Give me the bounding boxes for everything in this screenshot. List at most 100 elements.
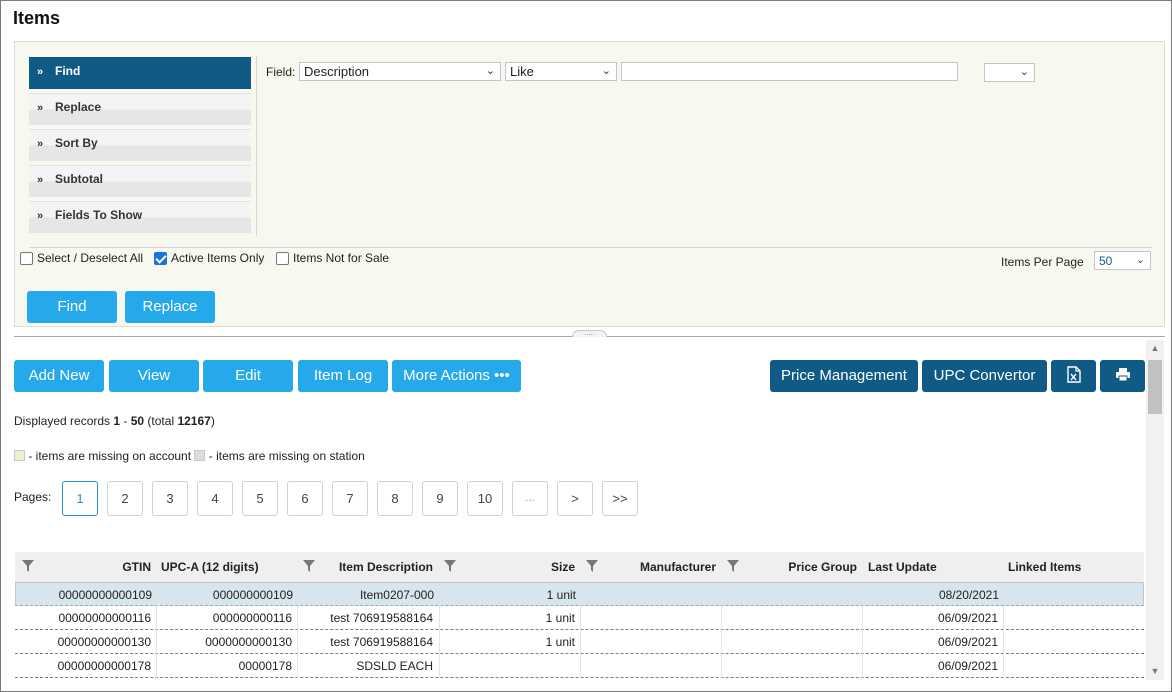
records-total-suffix: ) bbox=[210, 414, 215, 428]
cell-linked-items bbox=[1003, 630, 1139, 654]
page-button-9[interactable]: 9 bbox=[422, 481, 458, 516]
cell-description: test 706919588164 bbox=[330, 635, 433, 649]
price-management-button[interactable]: Price Management bbox=[770, 360, 918, 392]
page-button-3[interactable]: 3 bbox=[152, 481, 188, 516]
cell-size: 1 unit bbox=[545, 611, 575, 625]
menu-item-label: Subtotal bbox=[55, 172, 103, 186]
last-page-button[interactable]: >> bbox=[602, 481, 638, 516]
menu-item-fields-to-show[interactable]: » Fields To Show bbox=[29, 201, 251, 233]
splitter-grip-handle[interactable]: ..... bbox=[572, 330, 607, 337]
missing-items-legend: - items are missing on account - items a… bbox=[14, 449, 365, 463]
scroll-thumb[interactable] bbox=[1148, 360, 1162, 414]
export-excel-button[interactable] bbox=[1051, 360, 1096, 392]
operator-select[interactable]: Like ⌄ bbox=[505, 62, 617, 81]
cell-upca: 0000000000130 bbox=[205, 635, 292, 649]
scroll-down-arrow-icon[interactable]: ▼ bbox=[1146, 663, 1164, 680]
table-row[interactable]: 00000000000130 0000000000130 test 706919… bbox=[15, 630, 1144, 654]
cell-last-update: 06/09/2021 bbox=[937, 635, 998, 649]
filter-icon[interactable] bbox=[727, 560, 739, 572]
records-total: 12167 bbox=[177, 414, 211, 428]
header-last-update[interactable]: Last Update bbox=[868, 552, 937, 582]
view-button[interactable]: View bbox=[109, 360, 199, 392]
cell-gtin: 00000000000178 bbox=[57, 659, 151, 673]
filter-icon[interactable] bbox=[586, 560, 598, 572]
table-row[interactable]: 00000000000116 000000000116 test 7069195… bbox=[15, 606, 1144, 630]
filter-icon[interactable] bbox=[444, 560, 456, 572]
station-missing-swatch bbox=[194, 450, 206, 461]
header-linked-items[interactable]: Linked Items bbox=[1008, 552, 1081, 582]
upc-convertor-button[interactable]: UPC Convertor bbox=[922, 360, 1047, 392]
cell-price-group bbox=[722, 583, 858, 607]
items-per-page-select[interactable]: 50 ⌄ bbox=[1094, 251, 1151, 270]
page-button-5[interactable]: 5 bbox=[242, 481, 278, 516]
edit-button[interactable]: Edit bbox=[203, 360, 293, 392]
cell-last-update: 06/09/2021 bbox=[937, 611, 998, 625]
cell-description: SDSLD EACH bbox=[356, 659, 433, 673]
print-button[interactable] bbox=[1100, 360, 1145, 392]
records-to: 50 bbox=[130, 414, 145, 428]
cell-manufacturer bbox=[580, 630, 716, 654]
select-all-checkbox[interactable] bbox=[20, 251, 33, 265]
account-missing-swatch bbox=[14, 450, 25, 461]
cell-upca: 000000000109 bbox=[212, 588, 293, 602]
more-actions-button[interactable]: More Actions ••• bbox=[392, 360, 521, 392]
double-chevron-icon: » bbox=[37, 102, 44, 114]
menu-item-subtotal[interactable]: » Subtotal bbox=[29, 165, 251, 197]
items-per-page-value: 50 bbox=[1099, 254, 1113, 268]
header-item-description[interactable]: Item Description bbox=[315, 552, 433, 582]
menu-item-replace[interactable]: » Replace bbox=[29, 93, 251, 125]
menu-item-find[interactable]: » Find bbox=[29, 57, 251, 89]
records-total-prefix: (total bbox=[144, 414, 178, 428]
select-all-checkbox-row[interactable]: Select / Deselect All bbox=[20, 251, 143, 265]
records-info: Displayed records 1 - 50 (total 12167) bbox=[14, 414, 215, 428]
vertical-scrollbar[interactable]: ▲ ▼ bbox=[1146, 340, 1164, 680]
add-new-button[interactable]: Add New bbox=[14, 360, 104, 392]
page-button-2[interactable]: 2 bbox=[107, 481, 143, 516]
not-for-sale-checkbox-row[interactable]: Items Not for Sale bbox=[276, 251, 389, 265]
not-for-sale-checkbox[interactable] bbox=[276, 251, 289, 265]
field-label: Field: bbox=[266, 65, 296, 79]
page-button-8[interactable]: 8 bbox=[377, 481, 413, 516]
cell-manufacturer bbox=[581, 583, 717, 607]
not-for-sale-label: Items Not for Sale bbox=[293, 251, 390, 265]
field-select-value: Description bbox=[304, 64, 370, 79]
header-upca[interactable]: UPC-A (12 digits) bbox=[161, 552, 259, 582]
page-button-7[interactable]: 7 bbox=[332, 481, 368, 516]
page-button-4[interactable]: 4 bbox=[197, 481, 233, 516]
header-gtin[interactable]: GTIN bbox=[15, 552, 151, 582]
chevron-down-icon: ⌄ bbox=[485, 65, 495, 77]
page-button-1[interactable]: 1 bbox=[62, 481, 98, 516]
header-manufacturer[interactable]: Manufacturer bbox=[598, 552, 716, 582]
cell-price-group bbox=[721, 606, 857, 630]
cell-price-group bbox=[721, 654, 857, 678]
cell-size bbox=[439, 654, 575, 678]
replace-button[interactable]: Replace bbox=[125, 291, 215, 323]
chevron-down-icon: ⌄ bbox=[1135, 254, 1145, 266]
cell-last-update: 06/09/2021 bbox=[937, 659, 998, 673]
page-button-6[interactable]: 6 bbox=[287, 481, 323, 516]
chevron-down-icon: ⌄ bbox=[1019, 66, 1029, 78]
header-price-group[interactable]: Price Group bbox=[739, 552, 857, 582]
cell-gtin: 00000000000130 bbox=[57, 635, 151, 649]
printer-icon bbox=[1115, 368, 1130, 382]
find-button[interactable]: Find bbox=[27, 291, 117, 323]
active-items-checkbox[interactable] bbox=[154, 251, 167, 265]
field-select[interactable]: Description ⌄ bbox=[299, 62, 501, 81]
items-table: GTIN UPC-A (12 digits) Item Description … bbox=[15, 552, 1144, 678]
filter-icon[interactable] bbox=[303, 560, 315, 572]
menu-item-sort-by[interactable]: » Sort By bbox=[29, 129, 251, 161]
item-log-button[interactable]: Item Log bbox=[298, 360, 388, 392]
table-row[interactable]: 00000000000178 00000178 SDSLD EACH 06/09… bbox=[15, 654, 1144, 678]
search-value-input[interactable] bbox=[621, 62, 958, 81]
next-page-button[interactable]: > bbox=[557, 481, 593, 516]
header-size[interactable]: Size bbox=[456, 552, 575, 582]
panel-divider bbox=[29, 247, 1152, 248]
extra-select[interactable]: ⌄ bbox=[984, 63, 1035, 82]
page-button-10[interactable]: 10 bbox=[467, 481, 503, 516]
active-items-checkbox-row[interactable]: Active Items Only bbox=[154, 251, 264, 265]
table-row[interactable]: 00000000000109 000000000109 Item0207-000… bbox=[15, 582, 1144, 607]
page-ellipsis-button[interactable]: ... bbox=[512, 481, 548, 516]
cell-upca: 000000000116 bbox=[212, 611, 292, 625]
scroll-up-arrow-icon[interactable]: ▲ bbox=[1146, 340, 1164, 357]
menu-divider bbox=[256, 56, 257, 236]
